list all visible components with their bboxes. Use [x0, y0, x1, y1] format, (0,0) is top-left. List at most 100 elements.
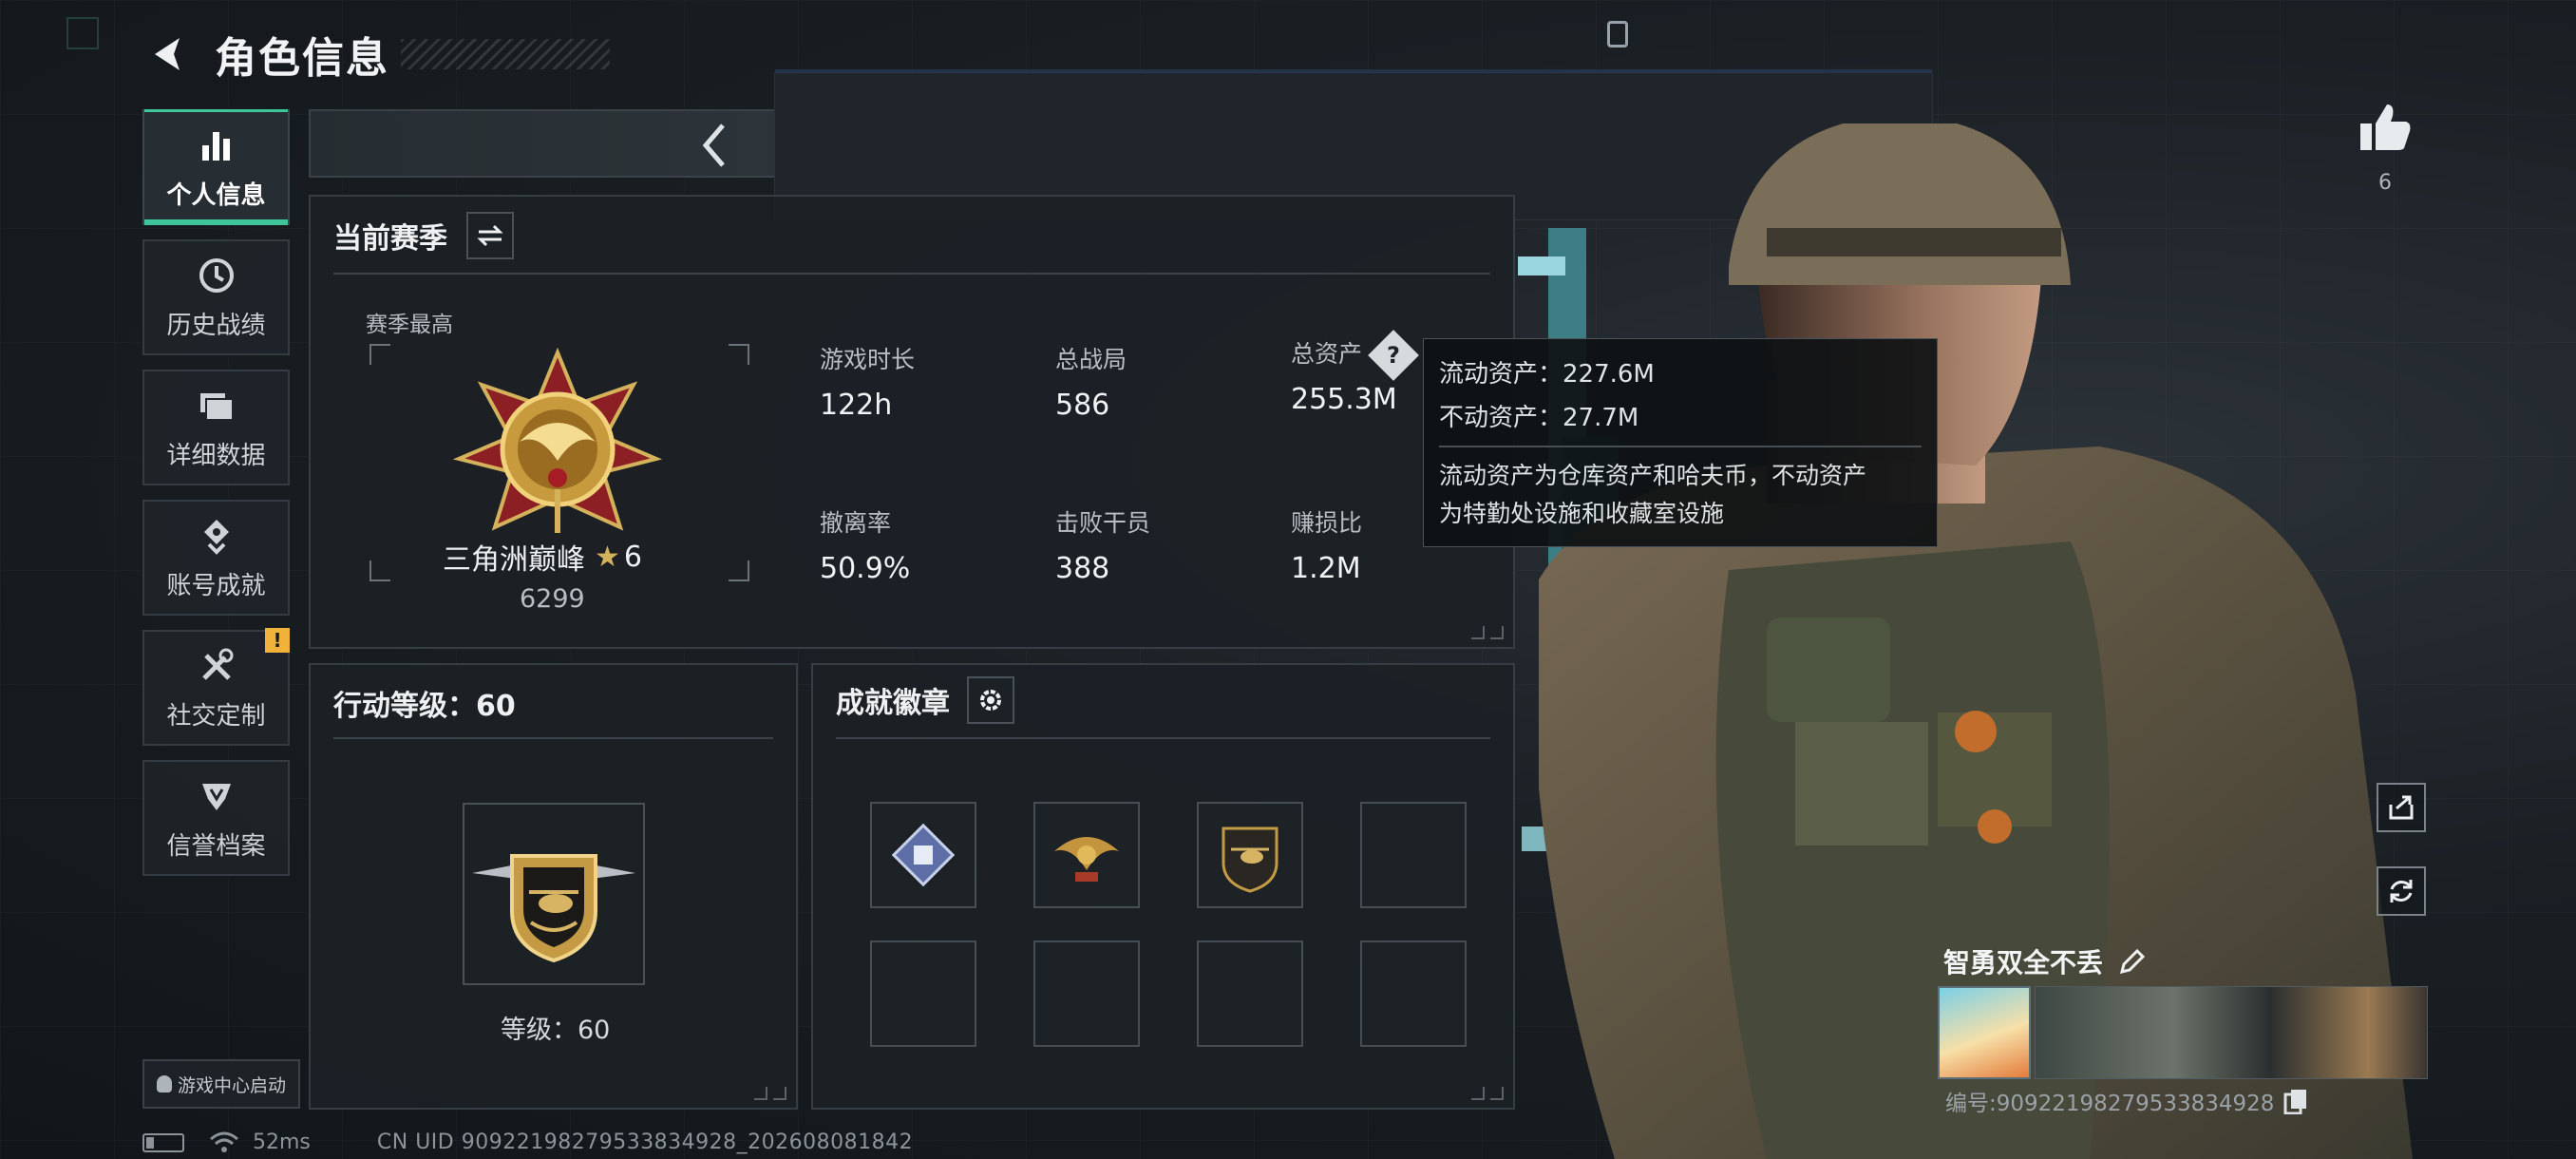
page-title: 角色信息	[215, 34, 389, 83]
sidebar: 个人信息 历史战绩 详细数据 账号成就 ! 社交定制 信誉档案	[142, 109, 290, 890]
stat-total-matches: 总战局 586	[1055, 346, 1127, 422]
sidebar-item-label: 历史战绩	[166, 311, 266, 340]
back-arrow-icon	[155, 38, 180, 70]
profile-banner[interactable]	[2035, 986, 2428, 1079]
corner-decoration	[66, 17, 99, 49]
sidebar-item-label: 个人信息	[166, 180, 266, 210]
rank-stars: 6	[623, 540, 642, 574]
corner-decoration	[754, 1087, 786, 1100]
avatar[interactable]	[1938, 986, 2031, 1079]
player-name: 智勇双全不丢	[1943, 947, 2104, 978]
stat-extraction-rate: 撤离率 50.9%	[820, 509, 911, 585]
badge-slot[interactable]	[1197, 802, 1303, 908]
refresh-button[interactable]	[2377, 866, 2426, 916]
sidebar-item-reputation[interactable]: 信誉档案	[142, 760, 290, 876]
tooltip-description-1: 流动资产为仓库资产和哈夫币，不动资产	[1439, 462, 1867, 489]
history-icon	[196, 255, 237, 296]
ping-value: 52ms	[253, 1130, 311, 1154]
sidebar-item-label: 详细数据	[166, 441, 266, 470]
switch-season-button[interactable]	[466, 212, 514, 259]
panel-collapse-bar	[309, 109, 784, 178]
badge-slot-empty[interactable]	[1360, 940, 1467, 1047]
bar-chart-icon	[196, 124, 237, 166]
achievement-settings-button[interactable]	[967, 676, 1014, 724]
page-header: 角色信息	[142, 21, 610, 87]
tooltip-liquid-assets: 流动资产：227.6M	[1439, 360, 1655, 389]
collapse-button[interactable]	[686, 119, 743, 172]
share-icon	[2389, 795, 2414, 820]
stat-profit-loss: 赚损比 1.2M	[1291, 509, 1363, 585]
status-bar: 52ms CN UID 909221982795338349​28_202608…	[142, 1130, 913, 1154]
alert-badge: !	[265, 628, 290, 653]
stat-total-assets: 总资产? 255.3M	[1291, 330, 1419, 416]
medal-icon	[196, 515, 237, 557]
helicopter-badge-icon	[1222, 826, 1279, 893]
sidebar-item-details[interactable]: 详细数据	[142, 370, 290, 485]
sidebar-item-label: 社交定制	[166, 701, 266, 731]
achievement-title: 成就徽章	[836, 687, 950, 720]
current-season-panel: 当前赛季 赛季最高 三角洲巅峰 ★ 6 6299 游戏时长 122h 总战局 5…	[309, 195, 1515, 649]
folder-icon	[196, 385, 237, 427]
level-emblem-frame	[463, 803, 645, 985]
sidebar-item-label: 账号成就	[166, 571, 266, 600]
badge-slot-empty[interactable]	[1360, 802, 1467, 908]
sidebar-item-label: 信誉档案	[166, 831, 266, 861]
divider	[333, 273, 1490, 275]
stat-operators-defeated: 击败干员 388	[1055, 509, 1151, 585]
thumbs-up-icon	[2360, 104, 2411, 150]
level-text: 等级：60	[501, 1016, 611, 1045]
indicator-icon	[1607, 21, 1628, 48]
tooltip-description-2: 为特勤处设施和收藏室设施	[1439, 500, 1725, 527]
sidebar-item-social[interactable]: ! 社交定制	[142, 628, 290, 746]
sidebar-item-history[interactable]: 历史战绩	[142, 239, 290, 355]
rank-emblem-icon	[453, 347, 662, 533]
tooltip-fixed-assets: 不动资产：27.7M	[1439, 404, 1639, 432]
assets-tooltip: 流动资产：227.6M 不动资产：27.7M 流动资产为仓库资产和哈夫币，不动资…	[1423, 338, 1938, 547]
uid-text: CN UID 909221982795338349​28_20260808184…	[376, 1130, 914, 1154]
divider	[333, 737, 773, 739]
game-center-label: 游戏中心启动	[177, 1074, 286, 1096]
shield-icon	[196, 775, 237, 817]
badge-slot[interactable]	[1033, 802, 1140, 908]
like-button[interactable]: 6	[2356, 103, 2415, 195]
share-button[interactable]	[2377, 783, 2426, 832]
achievement-header: 成就徽章	[836, 676, 1014, 724]
badge-slot-empty[interactable]	[1033, 940, 1140, 1047]
refresh-icon	[2390, 880, 2413, 902]
copy-icon[interactable]	[2283, 1088, 2308, 1114]
player-id-row: 编号:9092219827953383492​8	[1945, 1085, 2308, 1117]
help-icon[interactable]: ?	[1368, 330, 1419, 381]
header-decoration	[401, 39, 610, 69]
eagle-badge-icon	[1054, 837, 1119, 882]
battery-icon	[142, 1132, 184, 1152]
game-center-button[interactable]: 游戏中心启动	[142, 1059, 300, 1109]
sidebar-item-personal-info[interactable]: 个人信息	[142, 109, 290, 225]
rank-score: 6299	[520, 584, 585, 614]
player-id: 编号:9092219827953383492​8	[1945, 1092, 2275, 1116]
swap-icon	[477, 224, 503, 247]
gear-icon	[980, 690, 1001, 711]
season-header: 当前赛季	[333, 212, 514, 259]
achievement-badges-panel: 成就徽章	[811, 663, 1515, 1110]
operation-level-panel: 行动等级：60 等级：60	[309, 663, 798, 1110]
diamond-badge-icon	[891, 823, 956, 887]
season-best-label: 赛季最高	[366, 313, 453, 337]
rank-name-row: 三角洲巅峰 ★ 6	[443, 536, 642, 578]
season-title: 当前赛季	[333, 222, 447, 256]
divider	[836, 737, 1490, 739]
star-icon: ★	[595, 540, 620, 574]
badge-slot[interactable]	[870, 802, 976, 908]
wifi-icon	[210, 1131, 238, 1152]
back-button[interactable]	[142, 28, 196, 81]
stat-play-time: 游戏时长 122h	[820, 346, 916, 422]
level-title: 行动等级：60	[333, 690, 516, 723]
qq-icon	[156, 1075, 172, 1092]
sidebar-item-achievements[interactable]: 账号成就	[142, 500, 290, 616]
badge-slot-empty[interactable]	[870, 940, 976, 1047]
helicopter-emblem-icon	[472, 854, 635, 963]
badge-slot-empty[interactable]	[1197, 940, 1303, 1047]
chevron-left-icon	[702, 124, 725, 167]
rank-name: 三角洲巅峰	[443, 543, 585, 577]
edit-pencil-icon[interactable]	[2118, 947, 2147, 976]
tools-icon	[196, 645, 237, 687]
